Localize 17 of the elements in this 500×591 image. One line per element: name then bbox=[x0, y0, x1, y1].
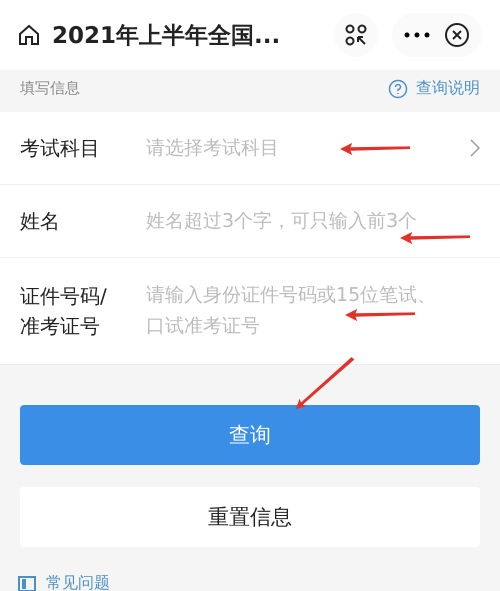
chevron-right-icon bbox=[470, 139, 480, 157]
field-label: 证件号码/准考证号 bbox=[20, 283, 108, 340]
field-label: 考试科目 bbox=[20, 135, 101, 162]
more-icon[interactable] bbox=[404, 32, 430, 38]
help-icon[interactable] bbox=[388, 78, 408, 98]
section-label: 填写信息 bbox=[20, 79, 80, 98]
reset-button[interactable]: 重置信息 bbox=[20, 487, 480, 547]
close-icon[interactable] bbox=[444, 22, 470, 48]
page-title: 2021年上半年全国... bbox=[52, 22, 282, 50]
scan-icon bbox=[345, 24, 367, 46]
scan-button[interactable] bbox=[334, 13, 378, 57]
home-icon[interactable] bbox=[18, 24, 40, 46]
form-row[interactable]: 考试科目 请选择考试科目 bbox=[0, 112, 500, 185]
form-row[interactable]: 证件号码/准考证号 请输入身份证件号码或15位笔试、口试准考证号 bbox=[0, 258, 500, 365]
form-row[interactable]: 姓名 姓名超过3个字，可只输入前3个 bbox=[0, 185, 500, 258]
book-icon bbox=[18, 576, 36, 591]
field-label: 姓名 bbox=[20, 208, 61, 235]
